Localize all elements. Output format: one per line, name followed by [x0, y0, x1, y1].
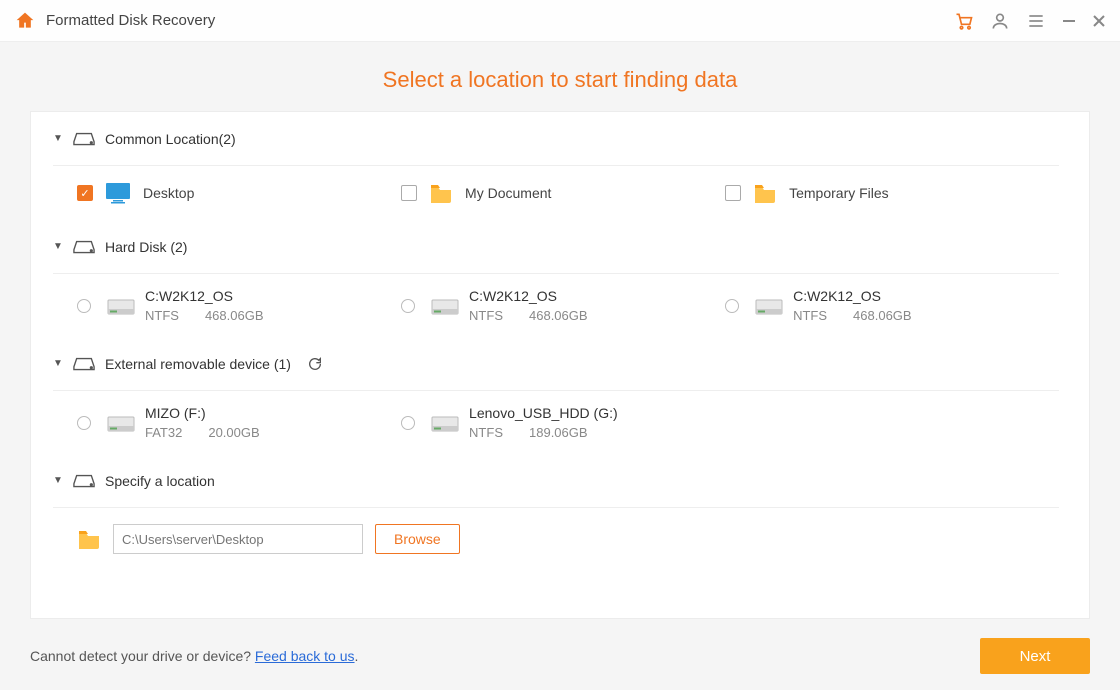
location-item-desktop[interactable]: ✓ Desktop [77, 166, 401, 220]
location-label: Temporary Files [789, 185, 889, 201]
title-bar: Formatted Disk Recovery [0, 0, 1120, 42]
drive-icon [431, 412, 459, 434]
page-heading: Select a location to start finding data [0, 42, 1120, 111]
location-item-temp[interactable]: Temporary Files [725, 166, 1049, 220]
cart-icon[interactable] [954, 11, 974, 31]
drive-item[interactable]: MIZO (F:) FAT3220.00GB [77, 391, 401, 454]
disk-outline-icon [73, 356, 95, 372]
checkbox[interactable] [725, 185, 741, 201]
location-label: Desktop [143, 185, 194, 201]
folder-icon [753, 183, 777, 203]
radio[interactable] [77, 299, 91, 313]
section-header-common[interactable]: ▼ Common Location(2) [53, 112, 1059, 166]
disk-outline-icon [73, 239, 95, 255]
checkbox[interactable] [401, 185, 417, 201]
drive-item[interactable]: Lenovo_USB_HDD (G:) NTFS189.06GB [401, 391, 725, 454]
drive-info: C:W2K12_OS NTFS468.06GB [145, 288, 264, 323]
folder-icon [429, 183, 453, 203]
section-header-specify[interactable]: ▼ Specify a location [53, 454, 1059, 508]
close-button[interactable] [1092, 14, 1106, 28]
drive-item[interactable]: C:W2K12_OS NTFS468.06GB [77, 274, 401, 337]
user-icon[interactable] [990, 11, 1010, 31]
chevron-down-icon: ▼ [53, 241, 63, 252]
drive-icon [431, 295, 459, 317]
section-title: Common Location(2) [105, 131, 236, 147]
location-label: My Document [465, 185, 551, 201]
drive-info: MIZO (F:) FAT3220.00GB [145, 405, 260, 440]
browse-button[interactable]: Browse [375, 524, 460, 554]
monitor-icon [105, 182, 131, 204]
location-panel: ▼ Common Location(2) ✓ Desktop My Docume… [30, 111, 1090, 619]
chevron-down-icon: ▼ [53, 358, 63, 369]
refresh-icon[interactable] [307, 356, 323, 372]
footer-bar: Cannot detect your drive or device? Feed… [0, 622, 1120, 690]
menu-icon[interactable] [1026, 11, 1046, 31]
radio[interactable] [401, 299, 415, 313]
section-title: Hard Disk (2) [105, 239, 187, 255]
home-icon[interactable] [14, 11, 36, 31]
checkbox[interactable]: ✓ [77, 185, 93, 201]
chevron-down-icon: ▼ [53, 475, 63, 486]
radio[interactable] [725, 299, 739, 313]
help-text: Cannot detect your drive or device? Feed… [30, 648, 358, 664]
radio[interactable] [77, 416, 91, 430]
window-title: Formatted Disk Recovery [46, 12, 215, 29]
drive-info: C:W2K12_OS NTFS468.06GB [793, 288, 912, 323]
section-header-hard-disk[interactable]: ▼ Hard Disk (2) [53, 220, 1059, 274]
section-header-external[interactable]: ▼ External removable device (1) [53, 337, 1059, 391]
drive-icon [755, 295, 783, 317]
drive-info: C:W2K12_OS NTFS468.06GB [469, 288, 588, 323]
section-title: External removable device (1) [105, 356, 291, 372]
section-title: Specify a location [105, 473, 215, 489]
drive-icon [107, 295, 135, 317]
drive-icon [107, 412, 135, 434]
folder-icon [77, 529, 101, 549]
drive-item[interactable]: C:W2K12_OS NTFS468.06GB [725, 274, 1049, 337]
drive-item[interactable]: C:W2K12_OS NTFS468.06GB [401, 274, 725, 337]
feedback-link[interactable]: Feed back to us [255, 648, 355, 664]
disk-outline-icon [73, 473, 95, 489]
drive-info: Lenovo_USB_HDD (G:) NTFS189.06GB [469, 405, 618, 440]
minimize-button[interactable] [1062, 14, 1076, 28]
radio[interactable] [401, 416, 415, 430]
next-button[interactable]: Next [980, 638, 1090, 674]
path-input[interactable] [113, 524, 363, 554]
disk-outline-icon [73, 131, 95, 147]
location-item-documents[interactable]: My Document [401, 166, 725, 220]
chevron-down-icon: ▼ [53, 133, 63, 144]
